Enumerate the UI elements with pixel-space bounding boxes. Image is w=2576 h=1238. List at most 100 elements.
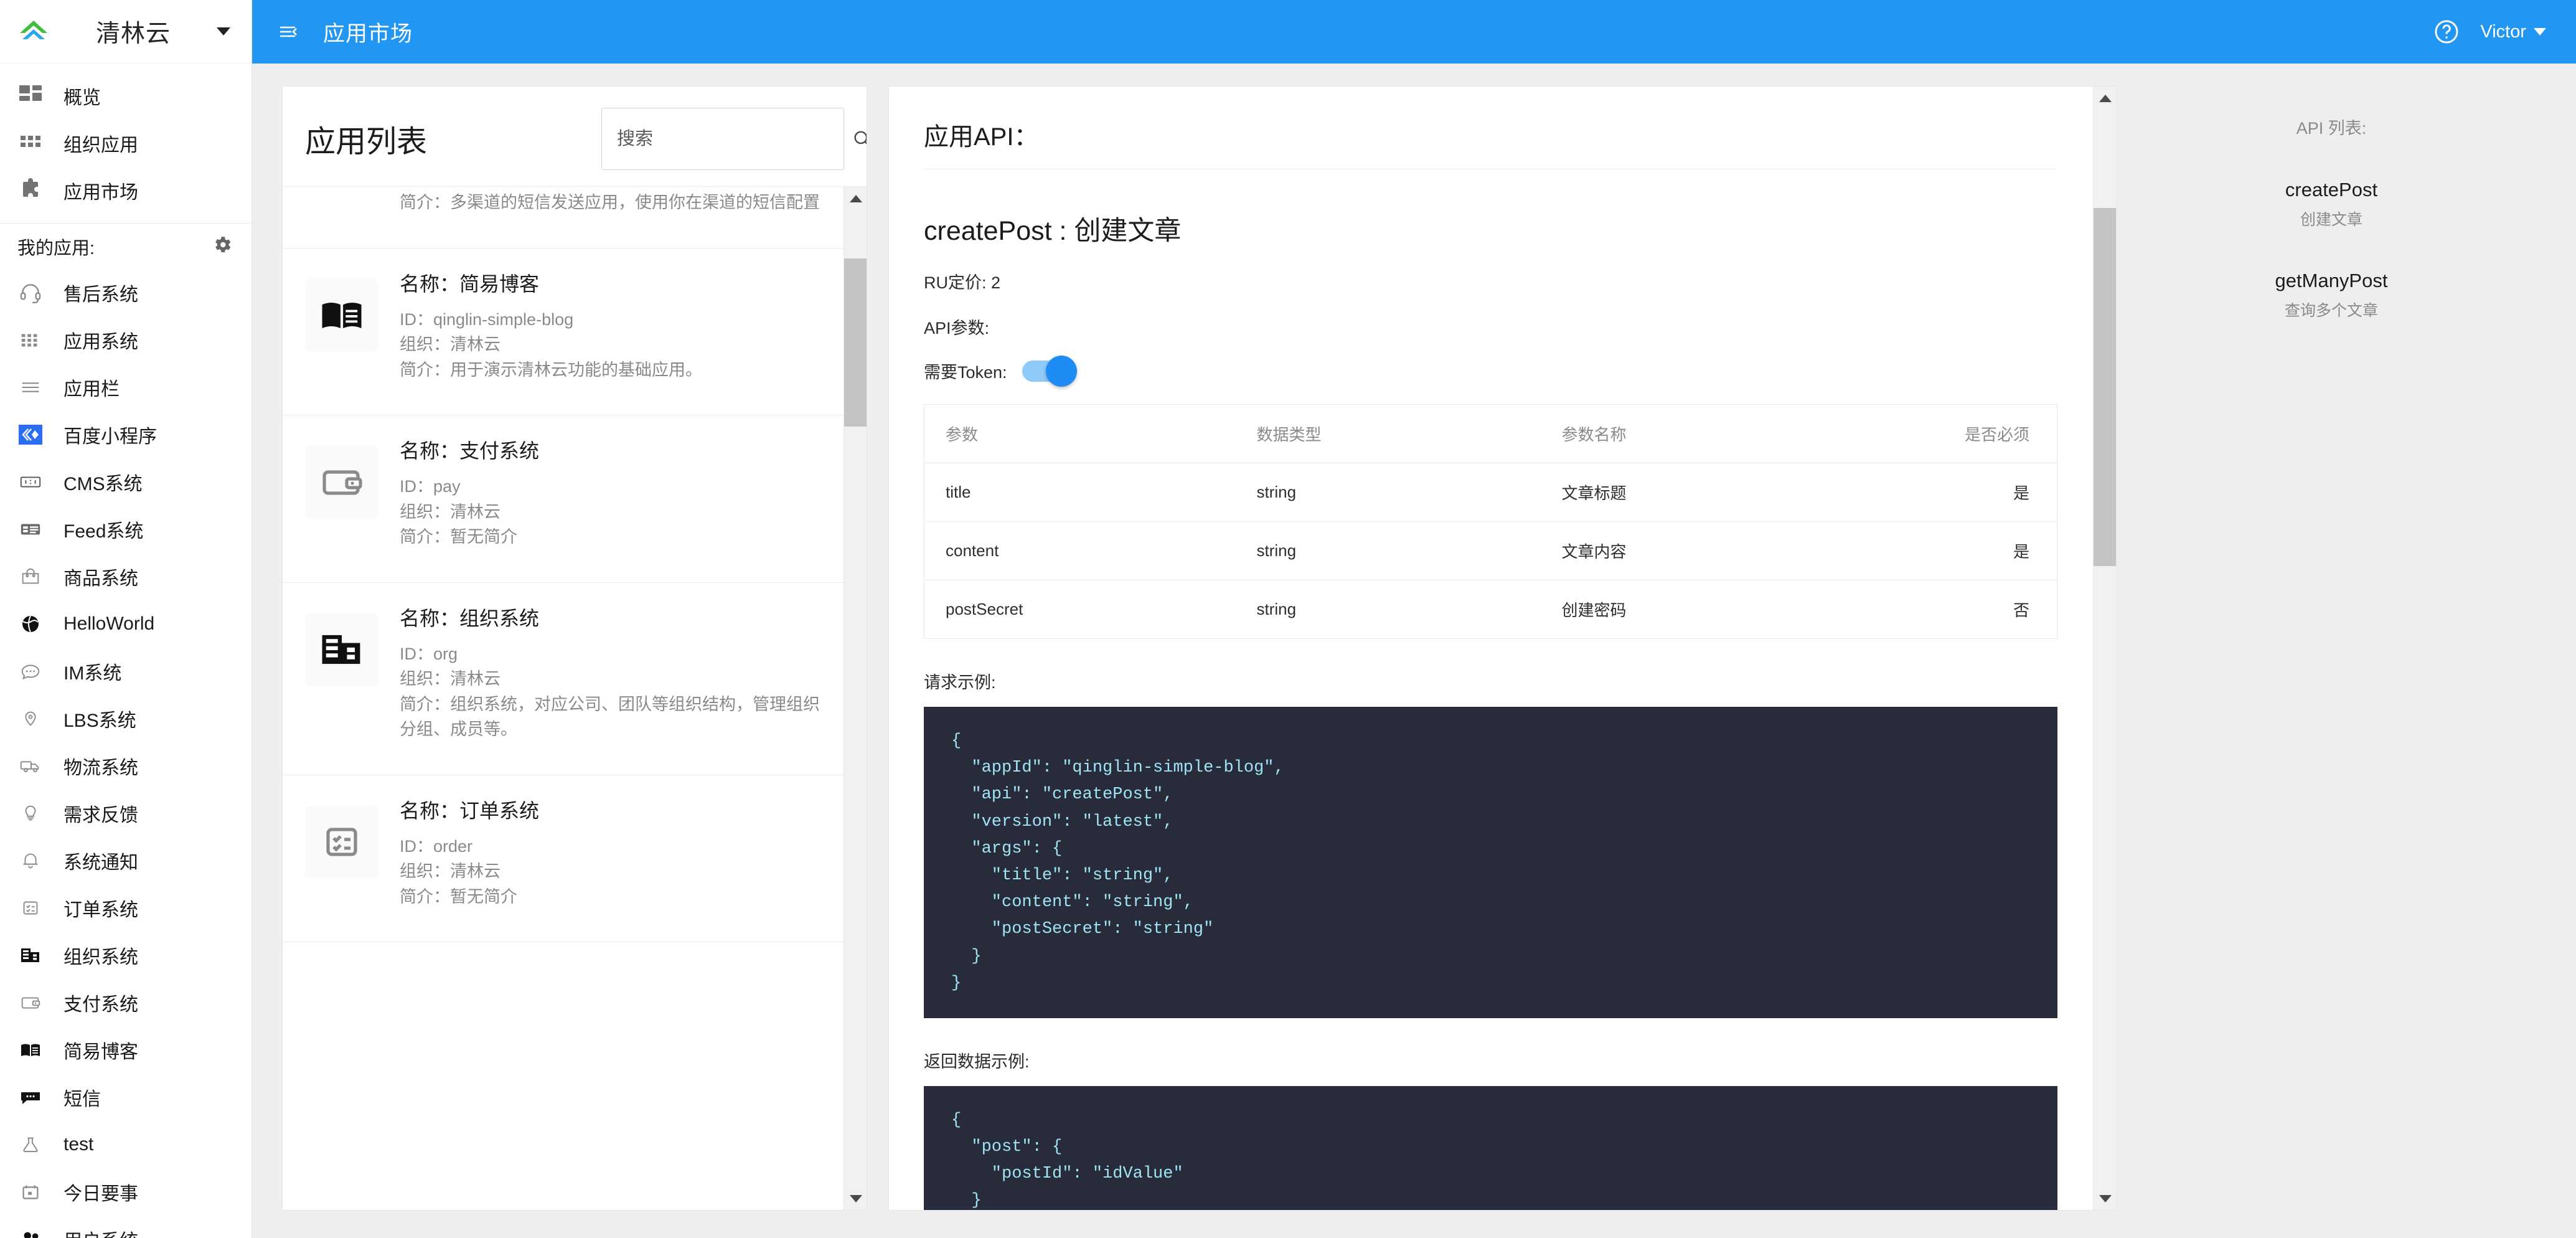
app-list-header: 应用列表 <box>283 87 867 186</box>
list-item[interactable]: 名称：支付系统 ID：pay 组织：清林云 简介：暂无简介 <box>283 415 844 583</box>
list-item-info: 名称：简易博客 ID：qinglin-simple-blog 组织：清林云 简介… <box>400 268 822 383</box>
cell-required: 是 <box>1851 521 2057 580</box>
sidebar-item-feedback[interactable]: 需求反馈 <box>0 790 251 837</box>
book-icon <box>16 1036 45 1064</box>
book-icon <box>305 278 378 352</box>
token-label: 需要Token: <box>924 363 1007 382</box>
list-item[interactable]: 名称：订单系统 ID：order 组织：清林云 简介：暂无简介 <box>283 775 844 942</box>
table-row: postSecret string 创建密码 否 <box>924 580 2057 639</box>
list-item-name: 名称：组织系统 <box>400 607 540 630</box>
app-list-panel: 应用列表 搜索 简介：多渠道的短信发送应用，使用你在渠道的短信配置 名称：简易博… <box>282 86 867 1211</box>
sidebar-item-label: 组织系统 <box>63 947 138 968</box>
sidebar-item-simple-blog[interactable]: 简易博客 <box>0 1026 251 1074</box>
globe-icon <box>16 610 45 638</box>
brand-name: 清林云 <box>95 20 171 47</box>
list-item-desc: 简介：用于演示清林云功能的基础应用。 <box>400 360 702 379</box>
list-item[interactable]: 名称：简易博客 ID：qinglin-simple-blog 组织：清林云 简介… <box>283 248 844 415</box>
sidebar-item-label: 应用栏 <box>63 379 120 400</box>
table-row: content string 文章内容 是 <box>924 521 2057 580</box>
list-item-info: 名称：订单系统 ID：order 组织：清林云 简介：暂无简介 <box>400 795 822 910</box>
cell-paramname: 文章标题 <box>1540 463 1852 522</box>
sidebar-item-feed[interactable]: Feed系统 <box>0 506 251 553</box>
api-list-title: API 列表: <box>2296 119 2367 138</box>
sidebar-item-test[interactable]: test <box>0 1121 251 1168</box>
scroll-down-arrow-icon[interactable] <box>2094 1187 2116 1210</box>
table-header: 参数 数据类型 参数名称 是否必须 <box>924 404 2057 463</box>
caret-down-icon[interactable] <box>217 27 230 35</box>
sidebar-item-sms[interactable]: 短信 <box>0 1074 251 1121</box>
baidu-miniprogram-icon <box>16 420 45 449</box>
sidebar-item-payment[interactable]: 支付系统 <box>0 979 251 1026</box>
user-menu[interactable]: Victor <box>2480 22 2546 42</box>
scroll-down-arrow-icon[interactable] <box>844 1187 867 1210</box>
left-sidebar: 清林云 概览 组织应用 应用市场 我的应用: 售后系统 应用系统 应用栏 百度小… <box>0 0 252 1238</box>
sidebar-item-notification[interactable]: 系统通知 <box>0 837 251 884</box>
table-body: title string 文章标题 是 content string 文章内容 <box>924 463 2057 639</box>
sidebar-item-label: 售后系统 <box>63 285 138 305</box>
list-item-desc: 简介：暂无简介 <box>400 527 517 546</box>
sidebar-item-aftersales[interactable]: 售后系统 <box>0 269 251 316</box>
sidebar-item-im[interactable]: IM系统 <box>0 648 251 695</box>
brand-header[interactable]: 清林云 <box>0 0 251 64</box>
search-input[interactable] <box>617 128 852 149</box>
menu-lines-icon <box>16 373 45 402</box>
list-item[interactable]: 名称：组织系统 ID：org 组织：清林云 简介：组织系统，对应公司、团队等组织… <box>283 583 844 775</box>
users-icon <box>16 1225 45 1238</box>
sidebar-item-label: LBS系统 <box>63 711 136 731</box>
cell-param: content <box>924 521 1236 580</box>
scroll-up-arrow-icon[interactable] <box>2094 87 2116 110</box>
sidebar-item-cms[interactable]: CMS系统 <box>0 458 251 506</box>
api-list-item-name: createPost <box>2285 179 2378 201</box>
sidebar-item-product[interactable]: 商品系统 <box>0 553 251 600</box>
sidebar-item-order[interactable]: 订单系统 <box>0 884 251 932</box>
app-list-scroll-thumb[interactable] <box>844 258 867 427</box>
sidebar-item-label: test <box>63 1134 94 1155</box>
api-detail-scroll-thumb[interactable] <box>2094 208 2116 566</box>
grid-dots-icon <box>16 326 45 354</box>
sidebar-item-label: Feed系统 <box>63 521 144 542</box>
gear-icon[interactable] <box>212 234 233 258</box>
hamburger-collapse-icon[interactable] <box>273 17 302 46</box>
response-example-label: 返回数据示例: <box>924 1052 1030 1071</box>
search-icon[interactable] <box>852 125 867 153</box>
sidebar-item-org-apps[interactable]: 组织应用 <box>0 120 251 167</box>
app-list-scroll-region: 名称：短信 ID：sms 组织：清林云 简介：多渠道的短信发送应用，使用你在渠道… <box>283 186 867 1210</box>
user-name-label: Victor <box>2480 21 2526 42</box>
sidebar-item-app-system[interactable]: 应用系统 <box>0 316 251 364</box>
api-list-item-createpost[interactable]: createPost 创建文章 <box>2117 179 2546 230</box>
list-item-id: ID：qinglin-simple-blog <box>400 310 574 329</box>
list-item[interactable]: 名称：短信 ID：sms 组织：清林云 简介：多渠道的短信发送应用，使用你在渠道… <box>283 187 844 248</box>
cms-box-icon <box>16 468 45 496</box>
help-circle-icon[interactable] <box>2433 18 2460 45</box>
map-pin-icon <box>16 704 45 733</box>
api-list-item-getmanypost[interactable]: getManyPost 查询多个文章 <box>2117 270 2546 321</box>
sidebar-item-label: 支付系统 <box>63 995 138 1015</box>
cell-datatype: string <box>1256 600 1297 618</box>
sidebar-item-app-bar[interactable]: 应用栏 <box>0 364 251 411</box>
sidebar-item-overview[interactable]: 概览 <box>0 72 251 120</box>
wallet-icon <box>305 445 378 519</box>
api-detail-scrollbar[interactable] <box>2093 87 2116 1210</box>
sidebar-item-logistics[interactable]: 物流系统 <box>0 742 251 790</box>
scroll-up-arrow-icon[interactable] <box>844 187 867 210</box>
list-item-org: 组织：清林云 <box>400 502 501 521</box>
token-toggle[interactable] <box>1022 355 1077 387</box>
api-list-item-name: getManyPost <box>2275 270 2388 291</box>
list-item-desc: 简介：多渠道的短信发送应用，使用你在渠道的短信配置 <box>400 193 820 212</box>
sidebar-item-organization[interactable]: 组织系统 <box>0 932 251 979</box>
sidebar-item-app-market[interactable]: 应用市场 <box>0 167 251 214</box>
building-icon <box>305 612 378 686</box>
sidebar-item-label: 物流系统 <box>63 758 138 778</box>
api-params-table: 参数 数据类型 参数名称 是否必须 title string 文章标题 是 co… <box>924 404 2057 639</box>
sidebar-item-label: 百度小程序 <box>63 427 157 447</box>
list-item-name: 名称：支付系统 <box>400 440 540 462</box>
sidebar-item-users[interactable]: 用户系统 <box>0 1216 251 1238</box>
sidebar-item-lbs[interactable]: LBS系统 <box>0 695 251 742</box>
sidebar-item-today[interactable]: 今日要事 <box>0 1168 251 1216</box>
flask-icon <box>16 1130 45 1159</box>
app-list-scrollbar[interactable] <box>844 187 867 1210</box>
search-box[interactable] <box>601 108 867 170</box>
shopping-bag-icon <box>16 562 45 591</box>
sidebar-item-baidu-miniprogram[interactable]: 百度小程序 <box>0 411 251 458</box>
sidebar-item-helloworld[interactable]: HelloWorld <box>0 600 251 648</box>
